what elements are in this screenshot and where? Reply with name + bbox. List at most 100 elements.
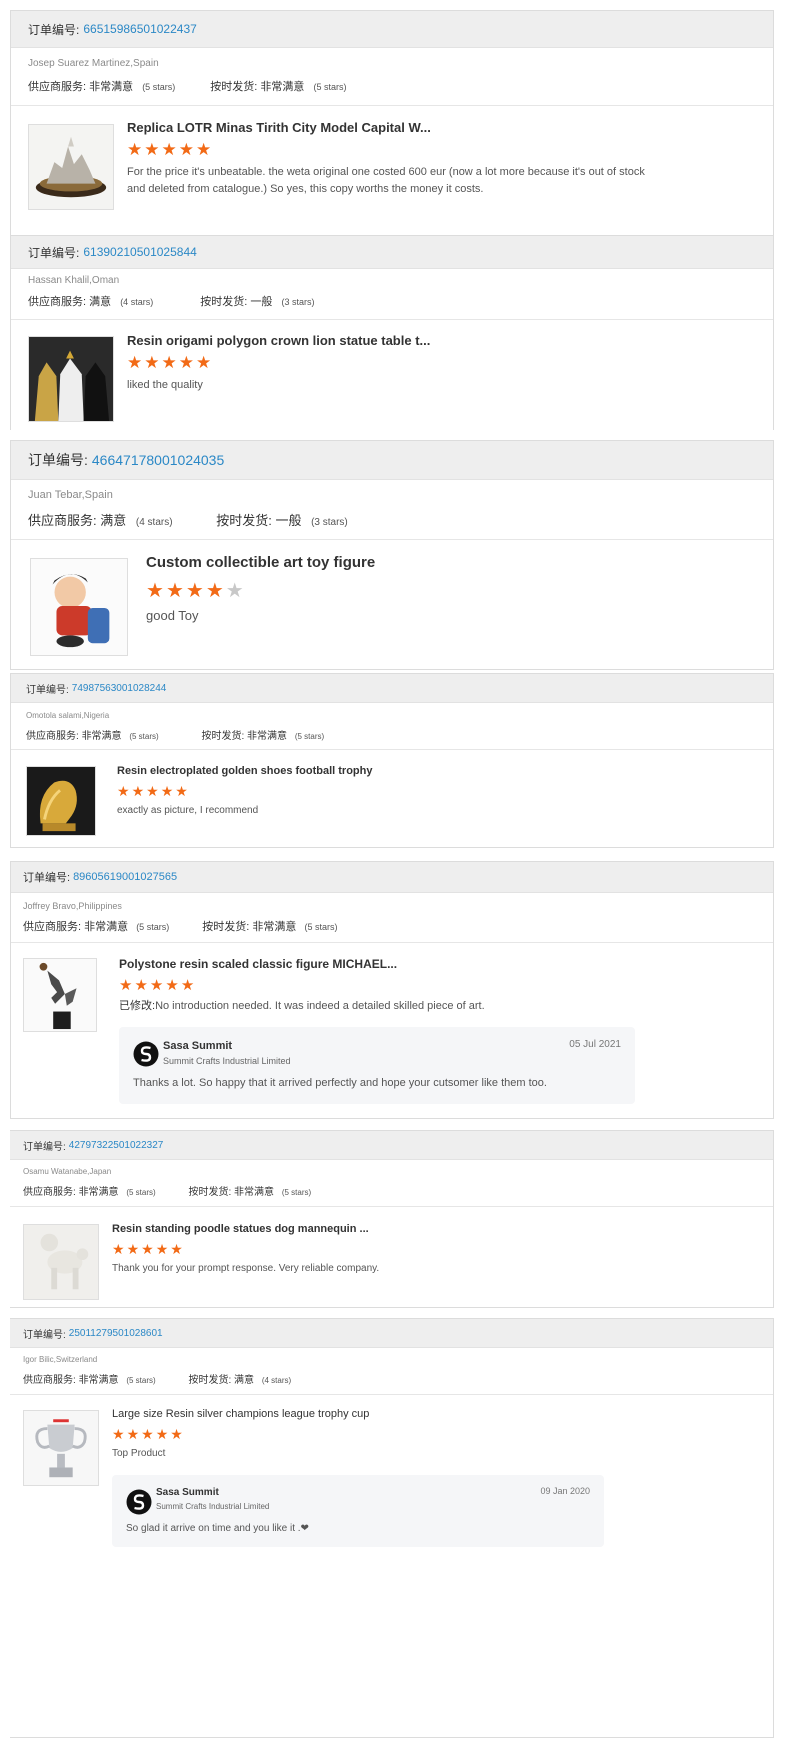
star-filled-icon: ★ <box>170 1426 185 1442</box>
review-text: exactly as picture, I recommend <box>117 805 259 816</box>
divider <box>11 105 773 106</box>
service-ratings: 供应商服务: 满意 (4 stars) 按时发货: 一般 (3 stars) <box>28 293 314 309</box>
star-filled-icon: ★ <box>146 783 161 799</box>
supplier-rating: 满意 <box>89 296 112 308</box>
star-filled-icon: ★ <box>131 783 147 799</box>
star-filled-icon: ★ <box>178 140 196 159</box>
reply-author: Sasa Summit <box>156 1487 219 1498</box>
review-comment: For the price it's unbeatable. the weta … <box>127 164 647 198</box>
delivery-rating: 非常满意 <box>247 731 288 742</box>
star-filled-icon: ★ <box>205 580 226 602</box>
castle-model-image[interactable] <box>28 124 114 210</box>
order-number-link[interactable]: 89605619001027565 <box>73 871 177 883</box>
divider <box>10 1206 773 1207</box>
product-title-link[interactable]: Large size Resin silver champions league… <box>112 1408 369 1420</box>
supplier-reply: Sasa Summit Summit Crafts Industrial Lim… <box>112 1475 604 1547</box>
divider <box>11 319 773 320</box>
supplier-label: 供应商服务: <box>28 81 87 93</box>
reply-date: 09 Jan 2020 <box>540 1486 590 1496</box>
product-title-link[interactable]: Polystone resin scaled classic figure MI… <box>119 957 397 971</box>
review-card: 订单编号: 25011279501028601 Igor Bilic,Switz… <box>10 1318 774 1738</box>
delivery-rating: 一般 <box>250 296 273 308</box>
star-filled-icon: ★ <box>126 1426 142 1442</box>
poodle-statue-image[interactable] <box>23 1224 99 1300</box>
delivery-label: 按时发货: <box>200 296 248 308</box>
delivery-label: 按时发货: <box>210 81 258 93</box>
buyer-name: Hassan Khalil,Oman <box>28 275 120 286</box>
product-title-link[interactable]: Custom collectible art toy figure <box>146 554 375 571</box>
review-card: 订单编号: 74987563001028244 Omotola salami,N… <box>10 673 774 848</box>
review-card: 订单编号: 46647178001024035 Juan Tebar,Spain… <box>10 440 774 670</box>
delivery-stars: (5 stars) <box>304 922 338 932</box>
lion-statues-image[interactable] <box>28 336 114 422</box>
star-rating: ★★★★★ <box>119 976 196 994</box>
trophy-cup-image[interactable] <box>23 1410 99 1486</box>
order-label: 订单编号: <box>28 22 80 37</box>
product-title-link[interactable]: Resin standing poodle statues dog manneq… <box>112 1223 369 1235</box>
star-filled-icon: ★ <box>127 140 145 159</box>
order-header: 订单编号: 25011279501028601 <box>10 1318 773 1348</box>
review-card: 订单编号: 89605619001027565 Joffrey Bravo,Ph… <box>10 861 774 1119</box>
review-comment: Thank you for your prompt response. Very… <box>112 1261 712 1277</box>
star-filled-icon: ★ <box>165 977 181 994</box>
order-header: 订单编号: 42797322501022327 <box>10 1130 773 1160</box>
supplier-label: 供应商服务: <box>23 1375 76 1386</box>
buyer-name: Juan Tebar,Spain <box>28 489 113 501</box>
review-text: liked the quality <box>127 379 203 391</box>
star-rating: ★★★★★ <box>146 578 246 603</box>
order-number-link[interactable]: 74987563001028244 <box>72 683 167 694</box>
toy-figure-image[interactable] <box>30 558 128 656</box>
summit-logo-icon <box>133 1041 159 1067</box>
order-number-link[interactable]: 46647178001024035 <box>92 452 224 468</box>
star-filled-icon: ★ <box>196 140 214 159</box>
delivery-rating: 非常满意 <box>234 1187 275 1198</box>
order-label: 订单编号: <box>26 684 69 696</box>
delivery-stars: (5 stars) <box>281 1188 312 1197</box>
golden-shoe-image[interactable] <box>26 766 96 836</box>
service-ratings: 供应商服务: 非常满意 (5 stars) 按时发货: 非常满意 (5 star… <box>28 78 346 94</box>
order-number-link[interactable]: 61390210501025844 <box>83 245 196 259</box>
review-text: Top Product <box>112 1448 166 1459</box>
review-card: 订单编号: 61390210501025844 Hassan Khalil,Om… <box>10 235 774 430</box>
review-comment: exactly as picture, I recommend <box>117 803 637 819</box>
product-title-link[interactable]: Resin origami polygon crown lion statue … <box>127 333 430 348</box>
supplier-label: 供应商服务: <box>23 921 82 933</box>
order-label: 订单编号: <box>28 452 88 468</box>
supplier-stars: (4 stars) <box>135 517 173 528</box>
order-number-link[interactable]: 25011279501028601 <box>69 1328 163 1339</box>
star-filled-icon: ★ <box>144 140 162 159</box>
review-comment: Top Product <box>112 1446 712 1462</box>
reply-date: 05 Jul 2021 <box>569 1039 621 1050</box>
star-filled-icon: ★ <box>126 1241 142 1257</box>
basketball-figure-image[interactable] <box>23 958 97 1032</box>
review-text: good Toy <box>146 608 199 623</box>
order-number-link[interactable]: 66515986501022437 <box>83 22 196 36</box>
star-filled-icon: ★ <box>175 783 190 799</box>
reply-text: Thanks a lot. So happy that it arrived p… <box>133 1077 547 1089</box>
star-filled-icon: ★ <box>127 353 145 372</box>
service-ratings: 供应商服务: 非常满意 (5 stars) 按时发货: 非常满意 (5 star… <box>23 918 337 934</box>
star-filled-icon: ★ <box>144 353 162 372</box>
supplier-label: 供应商服务: <box>28 296 87 308</box>
review-text: No introduction needed. It was indeed a … <box>155 1000 485 1012</box>
supplier-stars: (5 stars) <box>142 82 176 92</box>
supplier-label: 供应商服务: <box>26 731 79 742</box>
order-number-link[interactable]: 42797322501022327 <box>69 1140 164 1151</box>
buyer-name: Omotola salami,Nigeria <box>26 711 110 720</box>
star-rating: ★★★★★ <box>117 783 190 800</box>
delivery-stars: (3 stars) <box>281 297 315 307</box>
order-label: 订单编号: <box>23 1141 66 1153</box>
delivery-rating: 一般 <box>275 513 302 528</box>
product-title-link[interactable]: Resin electroplated golden shoes footbal… <box>117 765 372 777</box>
supplier-stars: (4 stars) <box>120 297 154 307</box>
service-ratings: 供应商服务: 满意 (4 stars) 按时发货: 一般 (3 stars) <box>28 510 348 529</box>
supplier-rating: 满意 <box>100 513 127 528</box>
order-header: 订单编号: 89605619001027565 <box>11 861 773 893</box>
star-filled-icon: ★ <box>141 1426 156 1442</box>
service-ratings: 供应商服务: 非常满意 (5 stars) 按时发货: 非常满意 (5 star… <box>23 1183 311 1198</box>
product-title-link[interactable]: Replica LOTR Minas Tirith City Model Cap… <box>127 120 431 135</box>
buyer-name: Joffrey Bravo,Philippines <box>23 901 122 911</box>
supplier-stars: (5 stars) <box>126 1376 156 1385</box>
service-ratings: 供应商服务: 非常满意 (5 stars) 按时发货: 非常满意 (5 star… <box>26 727 324 742</box>
order-label: 订单编号: <box>28 245 80 260</box>
